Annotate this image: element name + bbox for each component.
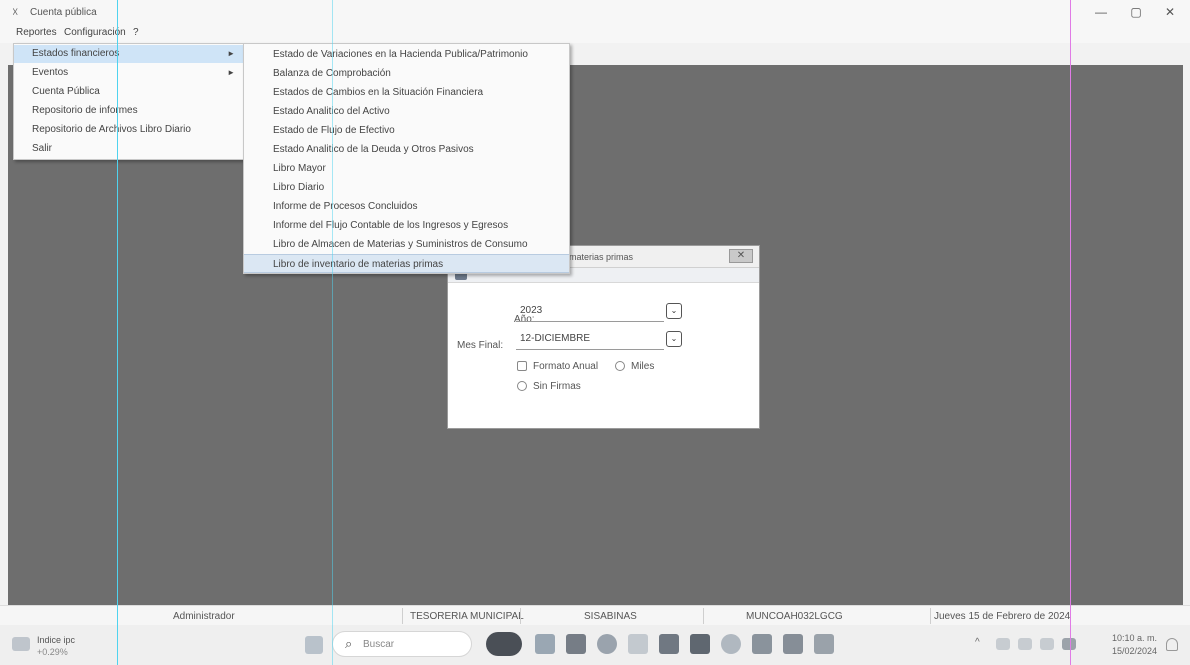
browser-icon[interactable] xyxy=(597,634,617,654)
mes-final-label: Mes Final: xyxy=(457,340,504,351)
miles-checkbox[interactable] xyxy=(615,361,625,371)
widgets-icon[interactable] xyxy=(486,632,522,656)
start-icon[interactable] xyxy=(305,636,323,654)
menu-item-repositorio-informes[interactable]: Repositorio de informes xyxy=(14,102,243,120)
menu-bar: Reportes Configuración ? xyxy=(0,24,1190,43)
status-department: TESORERIA MUNICIPAL xyxy=(410,611,524,622)
guide-line xyxy=(117,0,118,665)
guide-line xyxy=(332,0,333,665)
submenu-item-libro-inventario[interactable]: Libro de inventario de materias primas xyxy=(244,254,569,273)
status-user: Administrador xyxy=(173,611,235,622)
minimize-button[interactable]: — xyxy=(1083,3,1119,21)
submenu-item[interactable]: Estado Analitico de la Deuda y Otros Pas… xyxy=(244,140,569,159)
menu-item-eventos[interactable]: Eventos ► xyxy=(14,64,243,82)
submenu-item[interactable]: Estado de Variaciones en la Hacienda Pub… xyxy=(244,45,569,64)
dialog-title: materias primas xyxy=(569,252,634,262)
app-icon-8[interactable] xyxy=(783,634,803,654)
submenu-item[interactable]: Estado de Flujo de Efectivo xyxy=(244,121,569,140)
submenu-item[interactable]: Libro Diario xyxy=(244,178,569,197)
status-separator xyxy=(520,608,521,624)
menu-item-cuenta-publica[interactable]: Cuenta Pública xyxy=(14,83,243,101)
status-separator xyxy=(703,608,704,624)
status-date: Jueves 15 de Febrero de 2024 xyxy=(934,611,1071,622)
menu-help[interactable]: ? xyxy=(133,27,139,38)
reportes-dropdown: Estados financieros ► Eventos ► Cuenta P… xyxy=(13,43,244,160)
status-database: SISABINAS xyxy=(584,611,637,622)
tray-chevron-icon[interactable]: ^ xyxy=(975,637,980,648)
weather-icon[interactable] xyxy=(12,637,30,651)
app-icon-6[interactable] xyxy=(721,634,741,654)
app-logo-icon: ☓ xyxy=(12,5,19,19)
app-icon-3[interactable] xyxy=(628,634,648,654)
weather-title: Indice ipc xyxy=(37,635,76,645)
sin-firmas-checkbox[interactable] xyxy=(517,381,527,391)
menu-item-estados-financieros[interactable]: Estados financieros ► xyxy=(14,45,243,63)
status-separator xyxy=(402,608,403,624)
title-bar: ☓ Cuenta pública — ▢ ✕ xyxy=(0,0,1190,24)
app-icon-2[interactable] xyxy=(566,634,586,654)
wifi-icon[interactable] xyxy=(1018,638,1032,650)
submenu-item[interactable]: Libro de Almacen de Materias y Suministr… xyxy=(244,235,569,254)
network-icon[interactable] xyxy=(996,638,1010,650)
mes-final-field[interactable]: 12-DICIEMBRE xyxy=(516,330,664,350)
weather-value: +0.29% xyxy=(37,647,68,657)
status-machine: MUNCOAH032LGCG xyxy=(746,611,843,622)
notification-bell-icon[interactable] xyxy=(1166,638,1178,651)
anio-dropdown-icon[interactable]: ⌄ xyxy=(666,303,682,319)
menu-reportes[interactable]: Reportes xyxy=(16,27,57,38)
windows-taskbar: Indice ipc +0.29% ⌕ Buscar ^ 10:10 a. m.… xyxy=(0,625,1190,665)
app-icon-5[interactable] xyxy=(690,634,710,654)
submenu-item[interactable]: Estado Analitico del Activo xyxy=(244,102,569,121)
submenu-item[interactable]: Estados de Cambios en la Situación Finan… xyxy=(244,83,569,102)
app-icon-9[interactable] xyxy=(814,634,834,654)
maximize-button[interactable]: ▢ xyxy=(1118,3,1154,21)
volume-icon[interactable] xyxy=(1040,638,1054,650)
window-title: Cuenta pública xyxy=(30,7,97,18)
miles-label: Miles xyxy=(631,361,655,372)
estados-financieros-submenu: Estado de Variaciones en la Hacienda Pub… xyxy=(243,43,570,274)
status-bar: Administrador TESORERIA MUNICIPAL SISABI… xyxy=(0,605,1190,625)
submenu-item[interactable]: Informe de Procesos Concluidos xyxy=(244,197,569,216)
menu-item-label: Estados financieros xyxy=(32,48,120,59)
formato-anual-checkbox[interactable] xyxy=(517,361,527,371)
submenu-arrow-icon: ► xyxy=(227,49,235,58)
status-separator xyxy=(930,608,931,624)
menu-item-salir[interactable]: Salir xyxy=(14,140,243,158)
app-icon-1[interactable] xyxy=(535,634,555,654)
taskbar-date[interactable]: 15/02/2024 xyxy=(1112,646,1157,656)
anio-field[interactable]: 2023 xyxy=(516,302,664,322)
sin-firmas-label: Sin Firmas xyxy=(533,381,581,392)
mes-dropdown-icon[interactable]: ⌄ xyxy=(666,331,682,347)
submenu-item[interactable]: Balanza de Comprobación xyxy=(244,64,569,83)
menu-item-repositorio-libro-diario[interactable]: Repositorio de Archivos Libro Diario xyxy=(14,121,243,139)
search-placeholder: Buscar xyxy=(363,639,395,650)
taskbar-search[interactable]: ⌕ Buscar xyxy=(332,631,472,657)
app-icon-7[interactable] xyxy=(752,634,772,654)
app-icon-4[interactable] xyxy=(659,634,679,654)
submenu-item[interactable]: Informe del Flujo Contable de los Ingres… xyxy=(244,216,569,235)
search-icon: ⌕ xyxy=(345,636,353,651)
submenu-arrow-icon: ► xyxy=(227,68,235,77)
guide-line xyxy=(1070,0,1071,665)
dialog-close-button[interactable]: ✕ xyxy=(729,249,753,263)
menu-item-label: Eventos xyxy=(32,67,69,78)
submenu-item[interactable]: Libro Mayor xyxy=(244,159,569,178)
close-button[interactable]: ✕ xyxy=(1152,3,1188,21)
formato-anual-label: Formato Anual xyxy=(533,361,599,372)
taskbar-time[interactable]: 10:10 a. m. xyxy=(1112,633,1157,643)
battery-icon[interactable] xyxy=(1062,638,1076,650)
